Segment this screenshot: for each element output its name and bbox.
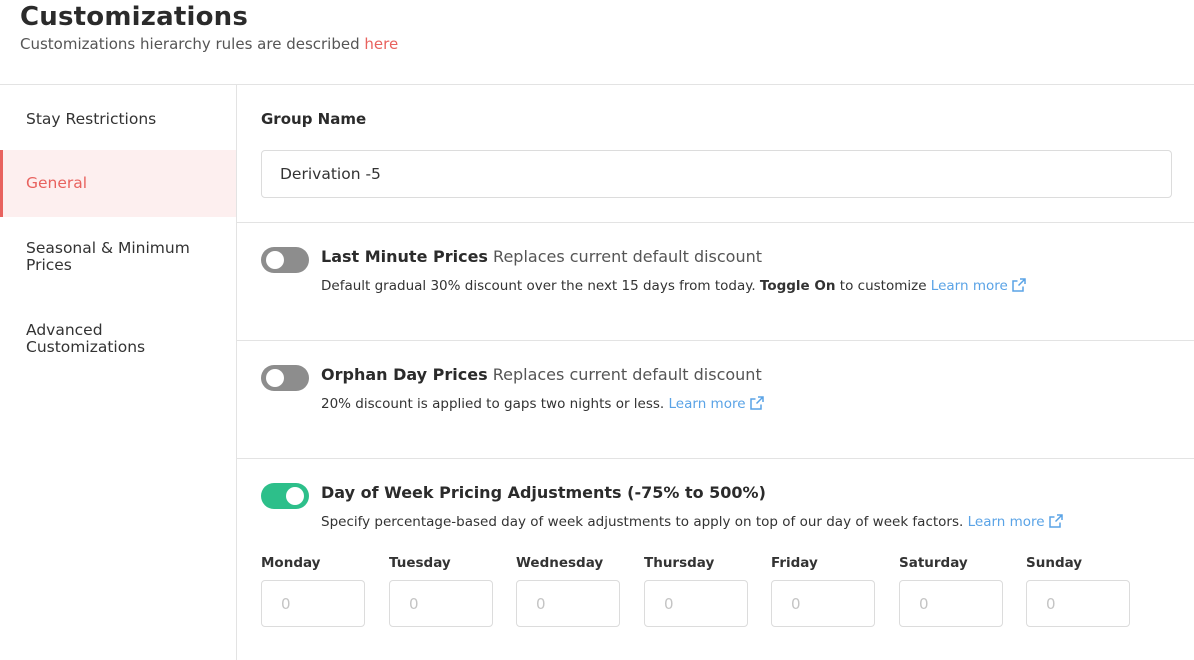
last-minute-description: Default gradual 30% discount over the ne…: [321, 278, 1026, 294]
desc-bold-text: Toggle On: [759, 278, 836, 294]
last-minute-subtitle: Replaces current default discount: [493, 247, 763, 266]
monday-adjustment-input[interactable]: 0: [261, 580, 365, 627]
orphan-day-title-strong: Orphan Day Prices: [321, 365, 488, 384]
desc-text: Specify percentage-based day of week adj…: [321, 514, 964, 530]
saturday-adjustment-input[interactable]: 0: [899, 580, 1003, 627]
desc-text: 20% discount is applied to gaps two nigh…: [321, 396, 665, 412]
sidebar-item-label: Advanced Customizations: [26, 321, 146, 356]
learn-more-label: Learn more: [668, 396, 746, 412]
orphan-day-title: Orphan Day Prices Replaces current defau…: [321, 365, 762, 384]
day-label-sunday: Sunday: [1026, 555, 1083, 571]
desc-text: Default gradual 30% discount over the ne…: [321, 278, 756, 294]
day-label-friday: Friday: [771, 555, 818, 571]
orphan-day-section: Orphan Day Prices Replaces current defau…: [237, 341, 1194, 459]
learn-more-label: Learn more: [930, 278, 1008, 294]
wednesday-adjustment-input[interactable]: 0: [516, 580, 620, 627]
orphan-day-toggle[interactable]: [261, 365, 309, 391]
group-name-input[interactable]: Derivation -5: [261, 150, 1172, 198]
day-label-tuesday: Tuesday: [389, 555, 451, 571]
desc-text-after: to customize: [839, 278, 927, 294]
sidebar-item-general[interactable]: General: [0, 150, 236, 217]
toggle-knob: [266, 369, 284, 387]
external-link-icon: [749, 396, 764, 410]
orphan-day-subtitle: Replaces current default discount: [492, 365, 762, 384]
main-content: Group Name Derivation -5 Last Minute Pri…: [237, 85, 1194, 660]
day-of-week-description: Specify percentage-based day of week adj…: [321, 514, 1063, 530]
day-label-monday: Monday: [261, 555, 321, 571]
day-of-week-title: Day of Week Pricing Adjustments (-75% to…: [321, 483, 766, 502]
page-header: Customizations Customizations hierarchy …: [0, 0, 1194, 85]
sidebar-item-label: General: [26, 174, 88, 192]
sunday-adjustment-input[interactable]: 0: [1026, 580, 1130, 627]
sidebar-item-seasonal-minimum-prices[interactable]: Seasonal & Minimum Prices: [0, 240, 190, 274]
day-label-thursday: Thursday: [644, 555, 715, 571]
thursday-adjustment-input[interactable]: 0: [644, 580, 748, 627]
group-name-section: Group Name Derivation -5: [237, 85, 1194, 223]
orphan-day-learn-more-link[interactable]: Learn more: [669, 396, 764, 412]
page-title: Customizations: [20, 2, 249, 32]
page-subtitle: Customizations hierarchy rules are descr…: [20, 35, 398, 53]
external-link-icon: [1012, 278, 1026, 292]
sidebar-item-label: Stay Restrictions: [26, 110, 157, 128]
day-label-wednesday: Wednesday: [516, 555, 604, 571]
sidebar: Stay Restrictions General Seasonal & Min…: [0, 85, 237, 660]
last-minute-toggle[interactable]: [261, 247, 309, 273]
sidebar-item-stay-restrictions[interactable]: Stay Restrictions: [0, 111, 236, 128]
day-of-week-toggle[interactable]: [261, 483, 309, 509]
last-minute-learn-more-link[interactable]: Learn more: [931, 278, 1026, 294]
friday-adjustment-input[interactable]: 0: [771, 580, 875, 627]
learn-more-label: Learn more: [967, 514, 1045, 530]
toggle-knob: [286, 487, 304, 505]
external-link-icon: [1048, 514, 1063, 528]
day-label-saturday: Saturday: [899, 555, 968, 571]
toggle-knob: [266, 251, 284, 269]
orphan-day-description: 20% discount is applied to gaps two nigh…: [321, 396, 764, 412]
group-name-label: Group Name: [261, 110, 367, 128]
subtitle-text: Customizations hierarchy rules are descr…: [20, 35, 360, 53]
sidebar-item-label: Seasonal & Minimum Prices: [26, 239, 190, 274]
day-of-week-learn-more-link[interactable]: Learn more: [968, 514, 1063, 530]
last-minute-title-strong: Last Minute Prices: [321, 247, 488, 266]
day-of-week-title-strong: Day of Week Pricing Adjustments (-75% to…: [321, 483, 766, 502]
last-minute-section: Last Minute Prices Replaces current defa…: [237, 223, 1194, 341]
sidebar-item-advanced-customizations[interactable]: Advanced Customizations: [0, 322, 190, 356]
hierarchy-rules-link[interactable]: here: [364, 35, 398, 53]
tuesday-adjustment-input[interactable]: 0: [389, 580, 493, 627]
day-of-week-section: Day of Week Pricing Adjustments (-75% to…: [237, 459, 1194, 660]
last-minute-title: Last Minute Prices Replaces current defa…: [321, 247, 762, 266]
